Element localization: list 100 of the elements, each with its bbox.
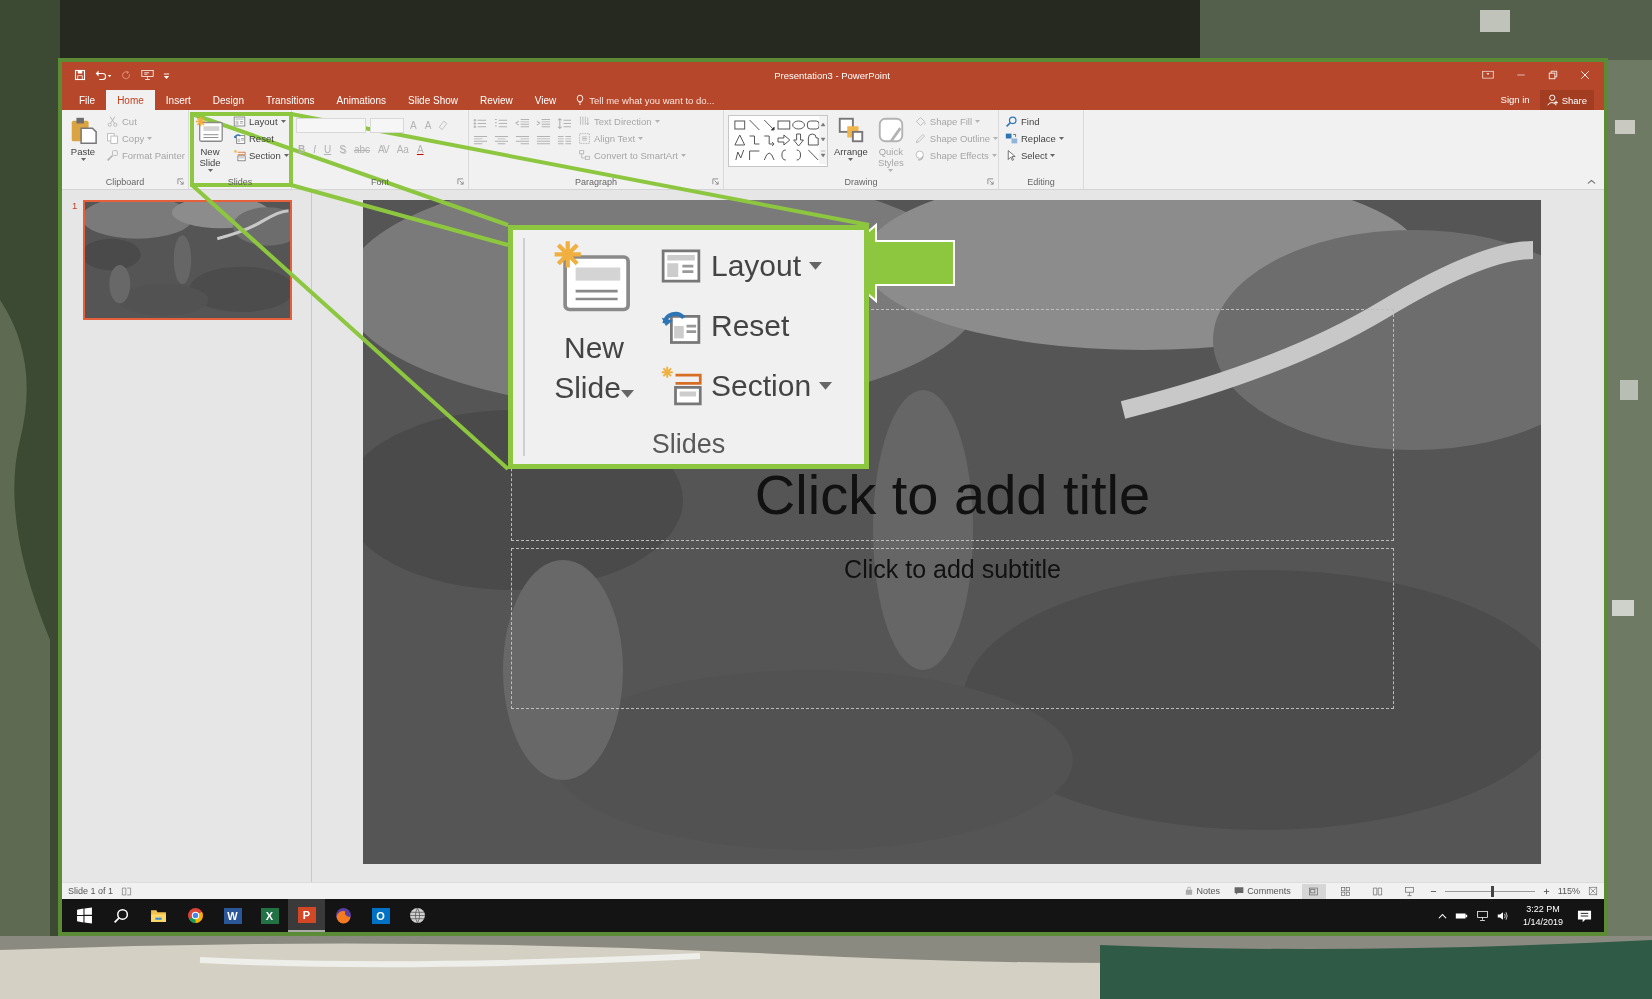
slide-count: Slide 1 of 1 <box>68 886 114 896</box>
browser-icon <box>335 907 352 924</box>
share-button[interactable]: Share <box>1539 90 1594 110</box>
taskbar-button[interactable]: X <box>251 899 288 932</box>
sign-in-link[interactable]: Sign in <box>1500 93 1530 105</box>
grid-view-icon <box>1340 885 1352 897</box>
plus-icon[interactable] <box>1542 887 1550 895</box>
ribbon-tab[interactable]: File <box>68 90 107 110</box>
start-icon <box>76 907 93 924</box>
comments-button[interactable]: Comments <box>1231 883 1294 899</box>
globe-icon <box>409 907 426 924</box>
search-icon <box>1005 115 1018 128</box>
ribbon-button[interactable]: Replace <box>1003 130 1066 147</box>
ribbon-button[interactable]: New Slide <box>193 113 227 175</box>
section-icon <box>233 149 246 162</box>
ribbon-tab[interactable]: Insert <box>154 90 202 110</box>
ribbon-tab[interactable]: View <box>523 90 568 110</box>
shapes-gallery[interactable] <box>728 115 828 167</box>
group-label: Paragraph <box>575 177 617 187</box>
taskbar-button[interactable]: P <box>288 899 325 932</box>
cursor-icon <box>1005 149 1018 162</box>
ribbon-button[interactable]: Find <box>1003 113 1066 130</box>
view-button[interactable] <box>1301 883 1326 899</box>
copy-icon <box>106 132 119 145</box>
group-label: Clipboard <box>105 177 145 187</box>
lightbulb-icon <box>575 94 586 106</box>
ribbon-tab[interactable]: Review <box>469 90 524 110</box>
customize-icon[interactable] <box>163 71 170 79</box>
notes-icon <box>1183 886 1194 896</box>
browser-icon <box>187 907 204 924</box>
app-icon: W <box>223 907 242 924</box>
ribbon-tab[interactable]: Slide Show <box>397 90 469 110</box>
ribbon-button[interactable]: Layout <box>659 236 864 296</box>
volume-icon[interactable] <box>1496 909 1509 922</box>
paint-bucket-icon <box>913 115 927 128</box>
group-label: Slides <box>650 428 727 460</box>
clock-time: 3:22 PM <box>1526 902 1560 916</box>
collapse-icon[interactable] <box>1587 179 1596 185</box>
restore-icon[interactable] <box>1548 70 1558 80</box>
chevron-up-icon[interactable] <box>1437 912 1447 919</box>
align-icon <box>578 132 591 145</box>
clock-date: 1/14/2019 <box>1522 915 1563 929</box>
subtitle-placeholder[interactable]: Click to add subtitle <box>511 548 1394 709</box>
group-label: Drawing <box>844 177 878 187</box>
network-icon[interactable] <box>1475 909 1489 922</box>
brush-icon <box>106 149 119 162</box>
notes-button[interactable]: Notes <box>1180 883 1224 899</box>
app-icon: X <box>260 907 279 924</box>
diagram-icon <box>578 149 591 162</box>
section-icon <box>659 364 703 408</box>
ribbon-tab[interactable]: Home <box>106 90 155 110</box>
ribbon-button[interactable]: Arrange <box>832 113 870 175</box>
group-label: Editing <box>1027 177 1055 187</box>
redo-icon[interactable] <box>121 69 132 81</box>
replace-icon <box>1005 132 1018 145</box>
ribbon-button[interactable]: Select <box>1003 147 1066 164</box>
dialog-launcher-icon[interactable] <box>177 178 184 185</box>
ribbon-display-icon[interactable] <box>1482 70 1494 80</box>
slider-thumb[interactable] <box>1491 885 1495 897</box>
slide-number: 1 <box>72 200 78 211</box>
normal-view-icon <box>1308 885 1320 897</box>
proofing-icon[interactable] <box>121 885 133 897</box>
search-field[interactable]: Tell me what you want to do... <box>589 94 750 106</box>
ribbon-button[interactable]: Section <box>659 356 864 416</box>
ribbon-button[interactable]: Layout <box>231 113 291 130</box>
app-icon: O <box>371 907 390 924</box>
scissors-icon <box>106 115 119 128</box>
app-icon: P <box>297 906 316 923</box>
zoom-level[interactable]: 115% <box>1557 886 1580 896</box>
ribbon-button[interactable]: Section <box>231 147 291 164</box>
window-title: Presentation3 - PowerPoint <box>773 69 891 81</box>
ribbon-button[interactable]: Reset <box>659 296 864 356</box>
taskbar-button[interactable]: W <box>214 899 251 932</box>
clock[interactable]: 3:22 PM 1/14/2019 <box>1516 901 1569 930</box>
presenter-view-icon <box>1404 885 1416 897</box>
close-icon[interactable] <box>1580 70 1590 80</box>
save-icon[interactable] <box>74 69 86 81</box>
pencil-icon <box>913 132 927 145</box>
dialog-launcher-icon[interactable] <box>987 178 994 185</box>
taskbar-button[interactable]: O <box>362 899 399 932</box>
ribbon-tab[interactable]: Design <box>201 90 255 110</box>
slide-icon <box>195 115 225 145</box>
fit-icon[interactable] <box>1588 886 1598 896</box>
new-slide-button[interactable]: New Slide <box>529 236 659 424</box>
effects-icon <box>913 149 927 162</box>
notification-icon[interactable] <box>1577 908 1592 923</box>
undo-icon[interactable] <box>95 69 112 81</box>
reading-view-icon <box>1372 885 1384 897</box>
slideshow-icon[interactable] <box>141 69 154 81</box>
search-icon <box>113 907 130 924</box>
ribbon-tab[interactable]: Transitions <box>254 90 326 110</box>
text-direction-icon <box>578 115 591 128</box>
layout-icon <box>233 115 246 128</box>
comment-icon <box>1234 886 1245 896</box>
ribbon-button[interactable]: Paste <box>66 113 100 175</box>
eraser-icon <box>437 119 450 131</box>
ribbon-tab[interactable]: Animations <box>325 90 397 110</box>
folder-icon <box>150 907 167 924</box>
reset-icon <box>233 132 246 145</box>
person-icon <box>1546 94 1559 106</box>
